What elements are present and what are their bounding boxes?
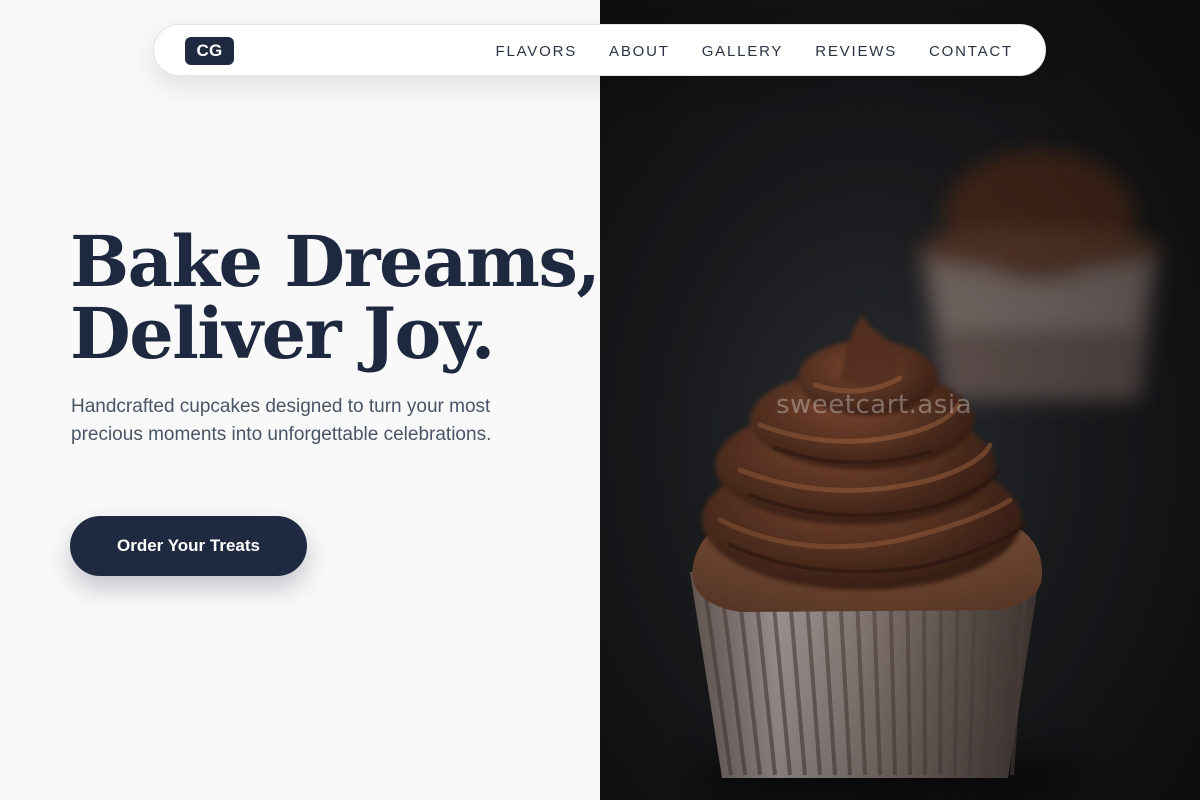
brand-logo[interactable]: CG (185, 37, 234, 65)
hero-title: Bake Dreams, Deliver Joy. (70, 220, 601, 375)
top-navbar: CG FLAVORS ABOUT GALLERY REVIEWS CONTACT (153, 24, 1046, 76)
hero-left-panel: Bake Dreams, Deliver Joy. Handcrafted cu… (0, 0, 601, 800)
nav-link-contact[interactable]: CONTACT (929, 43, 1013, 60)
nav-link-flavors[interactable]: FLAVORS (496, 43, 578, 60)
nav-link-gallery[interactable]: GALLERY (702, 43, 784, 60)
hero-subtitle: Handcrafted cupcakes designed to turn yo… (71, 396, 492, 445)
hero-image: sweetcart.asia (600, 0, 1200, 800)
order-treats-button[interactable]: Order Your Treats (70, 516, 307, 576)
watermark-text: sweetcart.asia (776, 390, 973, 420)
nav-link-about[interactable]: ABOUT (609, 43, 670, 60)
hero-title-line-2: Deliver Joy. (70, 292, 495, 375)
hero-title-line-1: Bake Dreams, (70, 220, 601, 303)
nav-link-reviews[interactable]: REVIEWS (815, 43, 897, 60)
landing-page: Bake Dreams, Deliver Joy. Handcrafted cu… (0, 0, 1200, 800)
nav-links: FLAVORS ABOUT GALLERY REVIEWS CONTACT (496, 25, 1014, 77)
